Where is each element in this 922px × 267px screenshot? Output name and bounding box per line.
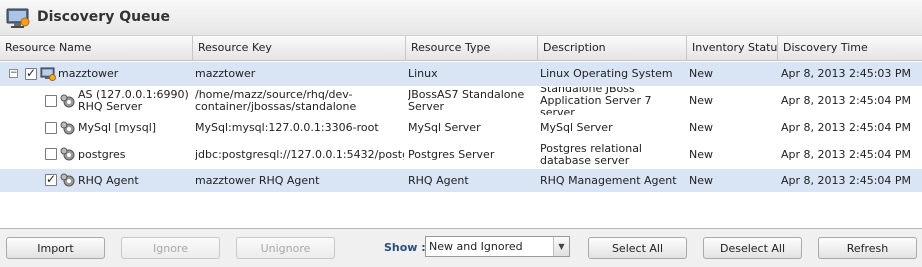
inventory-status: New xyxy=(689,121,713,134)
grid-header: Resource Name Resource Key Resource Type… xyxy=(0,36,922,61)
column-header-resource-type[interactable]: Resource Type xyxy=(406,36,538,61)
resource-type: Linux xyxy=(408,67,438,80)
discovery-time: Apr 8, 2013 2:45:04 PM xyxy=(781,173,912,187)
resource-name: postgres xyxy=(78,147,126,161)
resource-type: Postgres Server xyxy=(408,147,495,161)
bottom-toolbar: Import Ignore Unignore Show : New and Ig… xyxy=(0,229,922,267)
inventory-status: New xyxy=(689,173,713,187)
resource-type: RHQ Agent xyxy=(408,173,469,187)
show-filter-select[interactable]: New and Ignored ▼ xyxy=(425,236,570,257)
server-gear-icon xyxy=(60,94,75,108)
resource-name: mazztower xyxy=(58,67,119,80)
discovery-time: Apr 8, 2013 2:45:04 PM xyxy=(781,147,912,161)
resource-key: MySql:mysql:127.0.0.1:3306-root xyxy=(195,121,379,134)
discovery-grid: Resource Name Resource Key Resource Type… xyxy=(0,36,922,229)
discovery-time: Apr 8, 2013 2:45:04 PM xyxy=(781,121,912,134)
row-checkbox[interactable] xyxy=(45,122,57,134)
row-checkbox[interactable] xyxy=(45,148,57,160)
chevron-down-icon[interactable]: ▼ xyxy=(553,237,569,256)
refresh-button[interactable]: Refresh xyxy=(818,237,917,259)
resource-key: mazztower RHQ Agent xyxy=(195,173,320,187)
description: Linux Operating System xyxy=(540,67,673,80)
resource-name: MySql [mysql] xyxy=(78,121,157,134)
description: MySql Server xyxy=(540,121,613,134)
resource-name: AS (127.0.0.1:6990) RHQ Server xyxy=(78,88,189,113)
row-checkbox[interactable] xyxy=(25,66,37,80)
column-header-resource-key[interactable]: Resource Key xyxy=(193,36,406,61)
inventory-status: New xyxy=(689,147,713,161)
show-label: Show : xyxy=(384,241,426,254)
row-checkbox[interactable] xyxy=(45,172,57,186)
server-gear-icon xyxy=(60,121,75,135)
inventory-status: New xyxy=(689,94,713,107)
column-header-resource-name[interactable]: Resource Name xyxy=(0,36,193,61)
discovery-time: Apr 8, 2013 2:45:04 PM xyxy=(781,94,912,107)
collapse-icon[interactable]: − xyxy=(9,69,18,78)
table-row[interactable]: − mazztower mazztower Linux Linux Operat… xyxy=(0,62,922,86)
table-row[interactable]: MySql [mysql] MySql:mysql:127.0.0.1:3306… xyxy=(0,116,922,140)
unignore-button[interactable]: Unignore xyxy=(236,237,335,259)
resource-key: jdbc:postgresql://127.0.0.1:5432/postgre… xyxy=(195,147,404,161)
ignore-button[interactable]: Ignore xyxy=(121,237,220,259)
column-header-inventory-status[interactable]: Inventory Status xyxy=(687,36,778,61)
resource-name: RHQ Agent xyxy=(78,173,139,187)
column-header-description[interactable]: Description xyxy=(538,36,687,61)
deselect-all-button[interactable]: Deselect All xyxy=(703,237,802,259)
description: Standalone JBoss Application Server 7 se… xyxy=(540,87,652,115)
table-row[interactable]: AS (127.0.0.1:6990) RHQ Server /home/maz… xyxy=(0,87,922,115)
inventory-status: New xyxy=(689,67,713,80)
description: RHQ Management Agent xyxy=(540,173,677,187)
resource-key: mazztower xyxy=(195,67,256,80)
resource-type: JBossAS7 Standalone Server xyxy=(408,88,525,113)
show-filter-value: New and Ignored xyxy=(429,240,523,253)
server-gear-icon xyxy=(60,173,75,187)
page-title: Discovery Queue xyxy=(37,9,171,25)
select-all-button[interactable]: Select All xyxy=(588,237,687,259)
import-button[interactable]: Import xyxy=(6,237,105,259)
platform-icon xyxy=(40,67,56,81)
discovery-time: Apr 8, 2013 2:45:03 PM xyxy=(781,67,912,80)
table-row[interactable]: postgres jdbc:postgresql://127.0.0.1:543… xyxy=(0,140,922,169)
resource-key: /home/mazz/source/rhq/dev-container/jbos… xyxy=(195,88,357,113)
column-header-discovery-time[interactable]: Discovery Time xyxy=(778,36,922,61)
table-row[interactable]: RHQ Agent mazztower RHQ Agent RHQ Agent … xyxy=(0,169,922,192)
resource-type: MySql Server xyxy=(408,121,481,134)
server-gear-icon xyxy=(60,147,75,161)
row-checkbox[interactable] xyxy=(45,95,57,107)
description: Postgres relational database server xyxy=(540,141,642,167)
title-bar: Discovery Queue xyxy=(0,0,922,36)
monitor-icon xyxy=(6,8,30,28)
